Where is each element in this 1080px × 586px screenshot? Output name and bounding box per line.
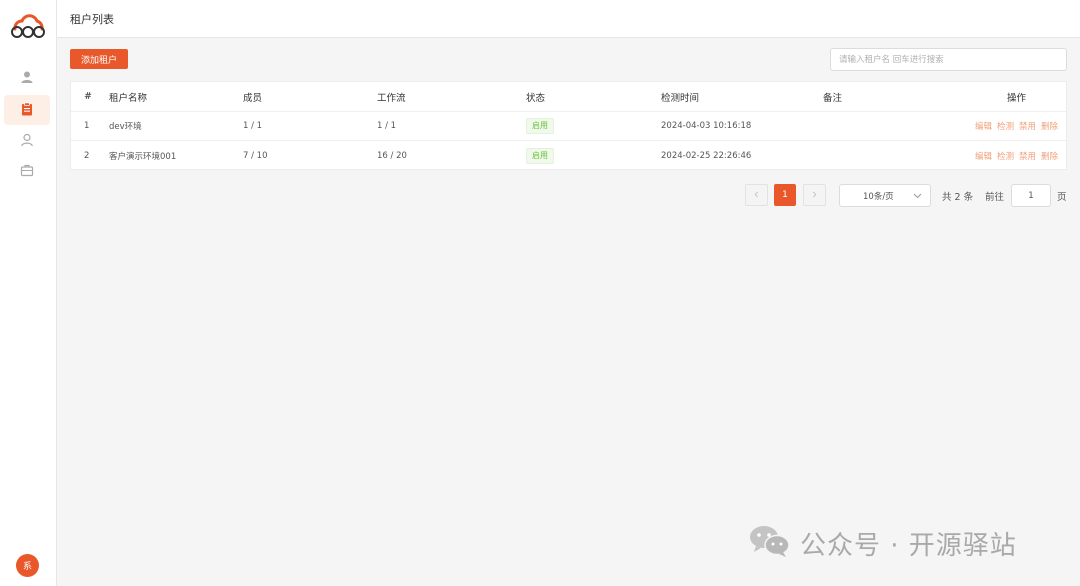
chevron-down-icon xyxy=(913,191,922,200)
column-header-index: # xyxy=(84,91,92,102)
page-title: 租户列表 xyxy=(70,13,114,26)
clipboard-icon xyxy=(20,101,34,120)
check-link[interactable]: 检测 xyxy=(997,120,1014,132)
members-count: 1 / 1 xyxy=(243,121,263,131)
wechat-icon xyxy=(748,523,792,563)
table-row: 2 客户演示环境001 7 / 10 16 / 20 启用 2024-02-25… xyxy=(71,141,1066,170)
column-header-workflows: 工作流 xyxy=(377,92,406,104)
tenant-name: dev环境 xyxy=(109,122,142,132)
table-header-row: # 租户名称 成员 工作流 状态 检测时间 备注 操作 xyxy=(71,82,1066,112)
check-time: 2024-04-03 10:16:18 xyxy=(661,121,752,131)
row-actions: 编辑 检测 禁用 删除 xyxy=(970,141,1058,170)
column-header-members: 成员 xyxy=(243,92,263,104)
user-outline-icon xyxy=(20,132,34,151)
status-badge: 启用 xyxy=(526,147,554,164)
add-tenant-button[interactable]: 添加租户 xyxy=(70,49,128,69)
next-page-button[interactable] xyxy=(803,184,826,206)
sidebar: 系 xyxy=(0,0,57,586)
members-count: 7 / 10 xyxy=(243,150,268,161)
goto-label: 前往 xyxy=(985,192,1005,203)
workflows-count: 16 / 20 xyxy=(377,150,407,161)
column-header-actions: 操作 xyxy=(1006,92,1026,104)
status-badge: 启用 xyxy=(526,118,554,134)
briefcase-icon xyxy=(20,162,34,181)
sidebar-item-users[interactable] xyxy=(4,63,50,93)
workflows-count: 1 / 1 xyxy=(377,121,397,131)
column-header-remark: 备注 xyxy=(823,92,843,104)
row-index: 2 xyxy=(84,150,90,161)
check-link[interactable]: 检测 xyxy=(997,150,1014,162)
watermark: 公众号 · 开源驿站 xyxy=(748,525,1017,561)
edit-link[interactable]: 编辑 xyxy=(975,120,992,132)
chevron-left-icon xyxy=(753,190,760,201)
watermark-text: 公众号 · 开源驿站 xyxy=(800,530,1017,561)
tenant-name: 客户演示环境001 xyxy=(109,151,177,162)
app-logo[interactable] xyxy=(9,10,47,42)
row-actions: 编辑 检测 禁用 删除 xyxy=(970,112,1058,140)
prev-page-button[interactable] xyxy=(745,184,768,206)
column-header-time: 检测时间 xyxy=(661,92,700,104)
sidebar-item-tenants[interactable] xyxy=(4,95,50,125)
goto-suffix: 页 xyxy=(1057,192,1067,203)
page-size-select[interactable]: 10条/页 xyxy=(839,184,931,207)
goto-page-input[interactable] xyxy=(1011,184,1051,207)
sidebar-item-members[interactable] xyxy=(4,126,50,156)
tenant-table: # 租户名称 成员 工作流 状态 检测时间 备注 操作 1 dev环境 1 / … xyxy=(70,81,1067,170)
chevron-right-icon xyxy=(811,190,818,201)
column-header-name: 租户名称 xyxy=(109,92,148,104)
sidebar-item-workspace[interactable] xyxy=(4,156,50,186)
row-index: 1 xyxy=(84,121,90,131)
top-header: 租户列表 xyxy=(57,0,1080,38)
search-input[interactable] xyxy=(830,48,1067,71)
table-row: 1 dev环境 1 / 1 1 / 1 启用 2024-04-03 10:16:… xyxy=(71,112,1066,141)
page-size-value: 10条/页 xyxy=(863,191,894,202)
page-number-current[interactable]: 1 xyxy=(774,184,796,206)
avatar[interactable]: 系 xyxy=(16,554,39,577)
disable-link[interactable]: 禁用 xyxy=(1019,120,1036,132)
delete-link[interactable]: 删除 xyxy=(1041,150,1058,162)
disable-link[interactable]: 禁用 xyxy=(1019,150,1036,162)
delete-link[interactable]: 删除 xyxy=(1041,120,1058,132)
user-icon xyxy=(20,69,34,88)
check-time: 2024-02-25 22:26:46 xyxy=(661,150,752,161)
column-header-status: 状态 xyxy=(526,92,546,104)
edit-link[interactable]: 编辑 xyxy=(975,150,992,162)
total-count: 共 2 条 xyxy=(942,192,974,203)
